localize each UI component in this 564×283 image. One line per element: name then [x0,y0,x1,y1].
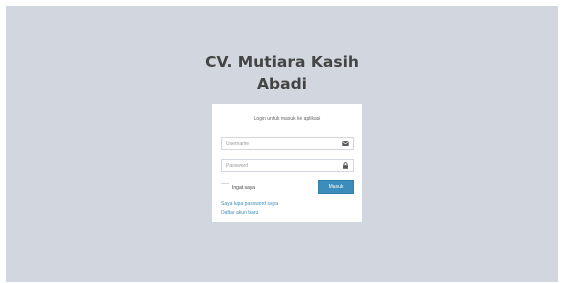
app-title-line-1: CV. Mutiara Kasih [205,53,359,71]
envelope-icon [342,141,349,146]
register-link[interactable]: Daftar akun baru [221,210,258,216]
password-input[interactable] [222,160,341,171]
login-message: Login untuk masuk ke aplikasi [253,116,321,122]
password-field [221,159,354,172]
app-title-line-2: Abadi [257,75,307,93]
remember-label: Ingat saya [232,185,256,191]
lock-icon [343,162,348,169]
login-box: Login untuk masuk ke aplikasi Ingat saya… [212,104,362,222]
remember-checkbox[interactable] [221,183,229,189]
forgot-password-link[interactable]: Saya lupa password saya [221,201,278,207]
login-page: CV. Mutiara Kasih Abadi Login untuk masu… [6,6,558,282]
login-button[interactable]: Masuk [318,180,354,194]
username-input[interactable] [222,138,341,149]
app-title: CV. Mutiara Kasih Abadi [6,51,558,95]
username-field [221,137,354,150]
